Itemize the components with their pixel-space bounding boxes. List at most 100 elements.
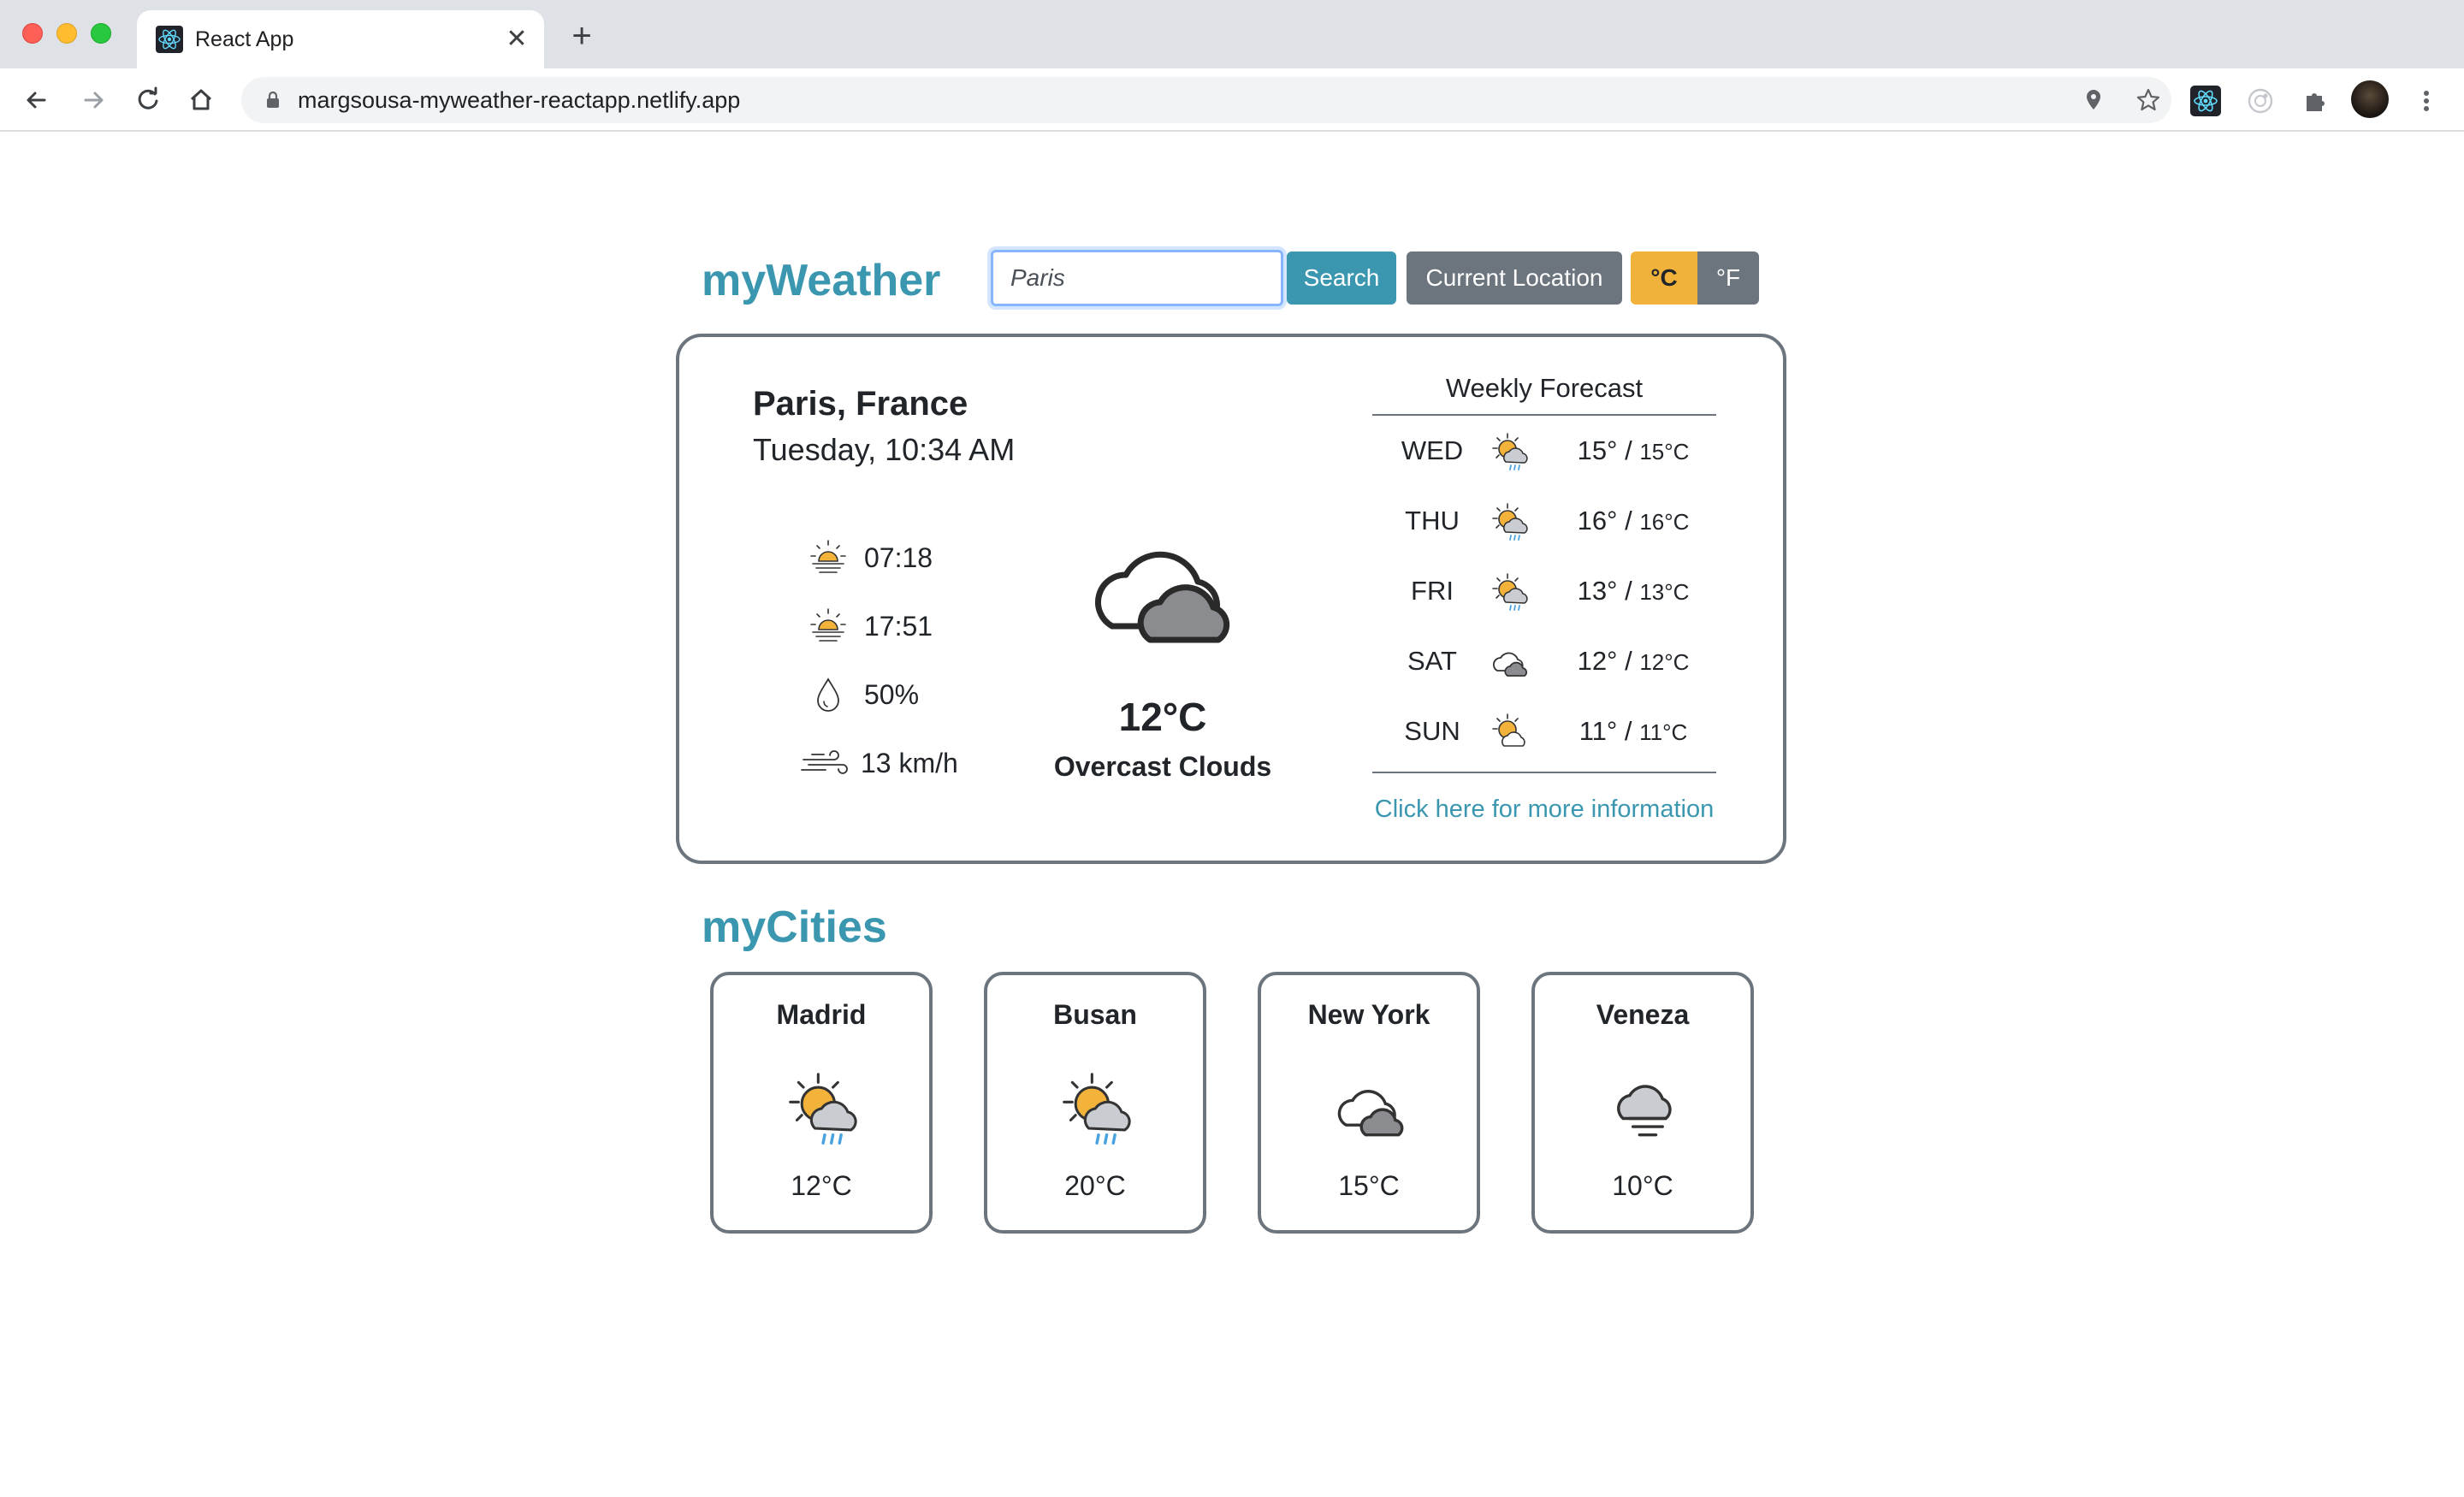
city-card-temp: 10°C <box>1612 1170 1673 1201</box>
city-card-new-york[interactable]: New York 15°C <box>1258 972 1480 1234</box>
app-brand-title: myWeather <box>702 256 941 305</box>
forecast-day: THU <box>1405 506 1460 535</box>
address-bar[interactable]: margsousa-myweather-reactapp.netlify.app <box>241 77 2171 123</box>
my-cities-title: myCities <box>702 902 887 952</box>
forecast-low: 11°C <box>1639 719 1688 745</box>
sunrise-row: 07:18 <box>808 535 996 578</box>
humidity-value: 50% <box>864 679 920 710</box>
city-card-name: Veneza <box>1596 999 1690 1030</box>
cloud-icon <box>1490 642 1531 683</box>
sun-rain-icon <box>1490 431 1531 472</box>
forecast-high: 12° <box>1577 646 1618 676</box>
browser-tab[interactable]: React App ✕ <box>137 10 544 68</box>
current-city-name: Paris, France <box>753 385 968 423</box>
city-card-temp: 20°C <box>1064 1170 1126 1201</box>
sun-rain-icon <box>1490 571 1531 612</box>
sunrise-time: 07:18 <box>864 542 933 573</box>
url-text: margsousa-myweather-reactapp.netlify.app <box>298 87 741 113</box>
forecast-row: SUN 11° / 11°C <box>1372 696 1716 766</box>
city-card-temp: 12°C <box>791 1170 852 1201</box>
profile-avatar[interactable] <box>2351 80 2389 118</box>
forecast-day: SAT <box>1407 646 1457 676</box>
forecast-temp: 16° / 16°C <box>1577 506 1690 535</box>
current-location-button[interactable]: Current Location <box>1407 251 1622 305</box>
sunset-row: 17:51 <box>808 604 996 647</box>
current-date-time: Tuesday, 10:34 AM <box>753 432 1016 467</box>
back-button[interactable] <box>19 82 55 118</box>
forecast-temp: 15° / 15°C <box>1577 435 1690 465</box>
wind-row: 13 km/h <box>804 741 992 784</box>
tab-title: React App <box>195 27 294 51</box>
bookmark-star-icon[interactable] <box>2135 87 2161 113</box>
react-favicon-icon <box>156 26 183 53</box>
forecast-high: 15° <box>1577 435 1618 465</box>
new-tab-button[interactable]: + <box>565 19 599 55</box>
sun-rain-icon <box>1490 501 1531 542</box>
wind-value: 13 km/h <box>861 748 958 778</box>
celsius-button[interactable]: °C <box>1631 251 1697 305</box>
forecast-low: 13°C <box>1639 579 1690 605</box>
app-root: myWeather Search Current Location °C °F … <box>0 133 2464 1497</box>
forecast-low: 15°C <box>1639 439 1690 464</box>
weekly-forecast: Weekly Forecast WED 15° / 15°C THU 16° /… <box>1372 371 1716 825</box>
forecast-row: THU 16° / 16°C <box>1372 486 1716 556</box>
forecast-temp: 13° / 13°C <box>1577 576 1690 606</box>
forecast-temp: 11° / 11°C <box>1578 716 1688 746</box>
cloud-icon <box>1333 1069 1412 1148</box>
reload-button[interactable] <box>130 82 166 118</box>
city-card-veneza[interactable]: Veneza 10°C <box>1531 972 1754 1234</box>
forecast-day: SUN <box>1404 716 1460 746</box>
mist-icon <box>1607 1069 1685 1148</box>
fahrenheit-button[interactable]: °F <box>1697 251 1759 305</box>
more-menu-icon[interactable] <box>2411 86 2442 116</box>
humidity-row: 50% <box>808 672 996 715</box>
forecast-row: WED 15° / 15°C <box>1372 416 1716 486</box>
home-button[interactable] <box>183 82 219 118</box>
overcast-clouds-icon <box>1095 551 1230 643</box>
forecast-day: FRI <box>1411 576 1454 606</box>
browser-tab-bar: React App ✕ + <box>0 0 2464 68</box>
extension-circle-icon[interactable] <box>2245 86 2276 116</box>
forecast-high: 11° <box>1578 716 1618 746</box>
city-search-input[interactable] <box>991 250 1283 306</box>
forward-button[interactable] <box>75 82 111 118</box>
forecast-low: 12°C <box>1639 649 1690 675</box>
current-temperature: 12°C <box>1118 695 1207 739</box>
forecast-row: FRI 13° / 13°C <box>1372 556 1716 626</box>
window-minimize-button[interactable] <box>56 23 77 44</box>
forecast-high: 16° <box>1577 506 1618 535</box>
wind-icon <box>799 744 852 782</box>
sunset-icon <box>808 607 849 645</box>
lock-icon <box>267 91 279 108</box>
forecast-title: Weekly Forecast <box>1372 371 1716 416</box>
more-info-link[interactable]: Click here for more information <box>1372 794 1716 825</box>
window-zoom-button[interactable] <box>91 23 111 44</box>
current-description: Overcast Clouds <box>1053 751 1272 782</box>
react-devtools-icon[interactable] <box>2190 86 2221 116</box>
reload-icon <box>138 86 158 109</box>
forward-arrow-icon <box>84 92 104 109</box>
forecast-low: 16°C <box>1639 509 1690 535</box>
city-card-name: Madrid <box>776 999 867 1030</box>
window-close-button[interactable] <box>22 23 43 44</box>
search-button[interactable]: Search <box>1287 251 1396 305</box>
extensions-puzzle-icon[interactable] <box>2300 86 2331 116</box>
home-icon <box>190 89 212 110</box>
tab-close-icon[interactable]: ✕ <box>501 24 532 55</box>
sunset-time: 17:51 <box>864 611 933 642</box>
city-card-name: New York <box>1307 999 1430 1030</box>
city-card-temp: 15°C <box>1338 1170 1400 1201</box>
sun-cloud-icon <box>1490 712 1531 753</box>
location-pin-icon[interactable] <box>2081 87 2106 113</box>
forecast-row: SAT 12° / 12°C <box>1372 626 1716 696</box>
city-card-busan[interactable]: Busan 20°C <box>984 972 1206 1234</box>
forecast-day: WED <box>1401 435 1464 465</box>
forecast-divider <box>1372 772 1716 773</box>
city-card-madrid[interactable]: Madrid 12°C <box>710 972 933 1234</box>
back-arrow-icon <box>27 92 46 109</box>
current-weather-card: Paris, France Tuesday, 10:34 AM 07:18 17… <box>676 334 1786 864</box>
humidity-drop-icon <box>808 676 849 713</box>
browser-toolbar: margsousa-myweather-reactapp.netlify.app <box>0 68 2464 132</box>
sunrise-icon <box>808 539 849 577</box>
sun-rain-icon <box>1059 1069 1138 1148</box>
